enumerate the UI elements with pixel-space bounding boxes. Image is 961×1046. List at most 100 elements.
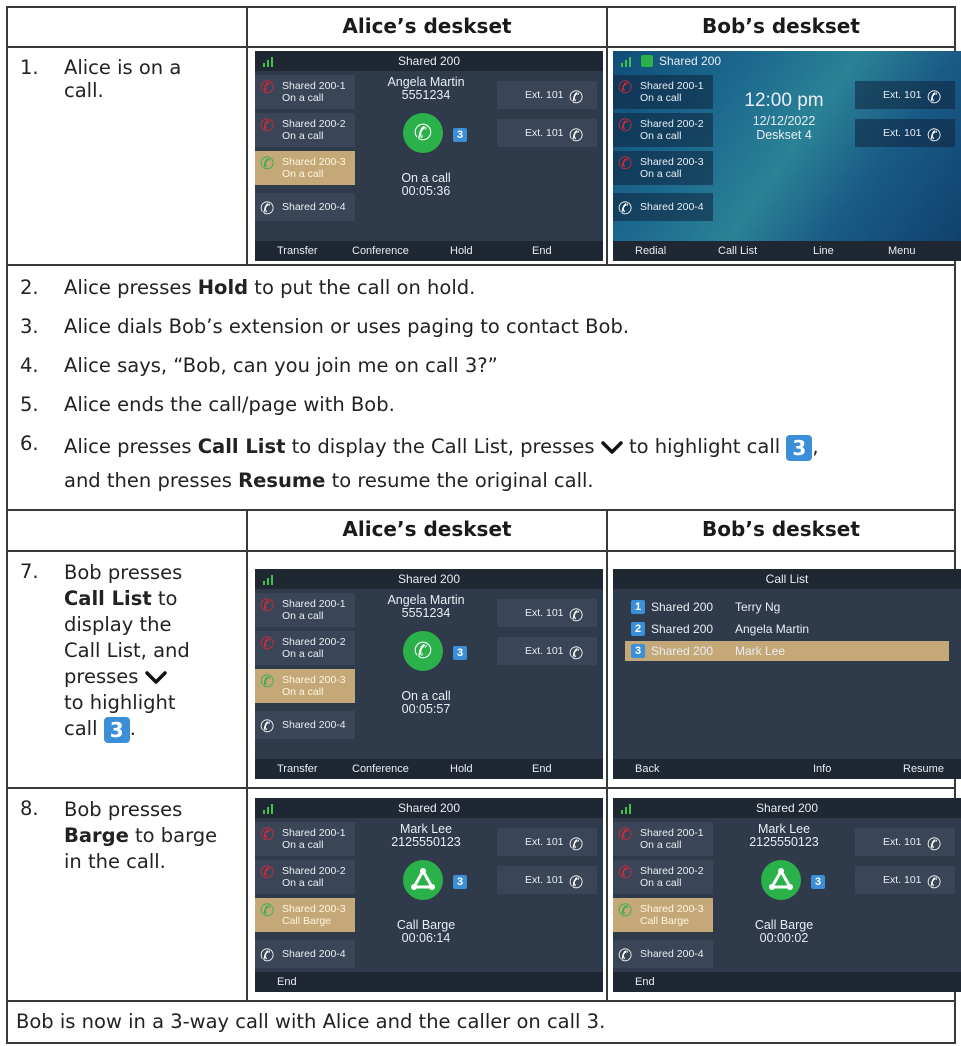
line-key-shared-200-1[interactable]: ✆ Shared 200-1 On a call (255, 822, 355, 856)
phone-screen-alice-barge: Shared 200 ✆ Shared 200-1 On a call ✆ Share… (255, 798, 603, 992)
call-list-row[interactable]: 2 Shared 200 Angela Martin (625, 619, 949, 639)
line-key-shared-200-1[interactable]: ✆ Shared 200-1 On a call (255, 75, 355, 109)
softkey-bar: Transfer Conference Hold End (255, 759, 603, 779)
handset-icon: ✆ (618, 946, 633, 965)
ext-key[interactable]: Ext. 101 ✆ (497, 866, 597, 894)
softkey-info[interactable]: Info (813, 759, 831, 779)
line-key-shared-200-3[interactable]: ✆ Shared 200-3 On a call (613, 151, 713, 185)
softkey-end[interactable]: End (532, 241, 552, 261)
step-text: Alice dials Bob’s extension or uses pagi… (64, 315, 630, 338)
line-title: Shared 200 (659, 54, 722, 68)
header-bob-deskset: Bob’s deskset (702, 14, 860, 38)
col-divider (606, 509, 608, 1001)
line-key-shared-200-1[interactable]: ✆ Shared 200-1 On a call (613, 822, 713, 856)
line-key-shared-200-3[interactable]: ✆ Shared 200-3 On a call (255, 151, 355, 185)
call-number-badge: 3 (453, 128, 467, 142)
line-key-shared-200-1[interactable]: ✆ Shared 200-1 On a call (255, 593, 355, 627)
table-border-top (6, 6, 956, 8)
call-timer: 00:05:57 (401, 702, 451, 716)
caller-number: 5551234 (401, 606, 451, 620)
line-key-shared-200-2[interactable]: ✆ Shared 200-2 On a call (613, 113, 713, 147)
softkey-call-list[interactable]: Call List (718, 241, 757, 261)
call-list-row-selected[interactable]: 3 Shared 200 Mark Lee (625, 641, 949, 661)
ext-key[interactable]: Ext. 101 ✆ (497, 81, 597, 109)
ext-key[interactable]: Ext. 101 ✆ (497, 828, 597, 856)
softkey-conference[interactable]: Conference (352, 759, 409, 779)
ext-key[interactable]: Ext. 101 ✆ (497, 599, 597, 627)
softkey-transfer[interactable]: Transfer (277, 759, 318, 779)
softkey-hold[interactable]: Hold (450, 759, 473, 779)
handset-icon: ✆ (260, 199, 275, 218)
softkey-menu[interactable]: Menu (888, 241, 916, 261)
softkey-hold[interactable]: Hold (450, 241, 473, 261)
softkey-transfer[interactable]: Transfer (277, 241, 318, 261)
handset-icon: ✆ (927, 873, 942, 892)
handset-icon: ✆ (569, 88, 584, 107)
row-divider (6, 264, 956, 266)
handset-icon: ✆ (618, 78, 633, 97)
line-key-shared-200-2[interactable]: ✆ Shared 200-2 On a call (255, 860, 355, 894)
phone-screen-alice-step7: Shared 200 ✆ Shared 200-1 On a call ✆ Share… (255, 569, 603, 779)
line-key-shared-200-4[interactable]: ✆ Shared 200-4 (255, 711, 355, 739)
line-key-shared-200-4[interactable]: ✆ Shared 200-4 (613, 940, 713, 968)
ext-key[interactable]: Ext. 101 ✆ (497, 637, 597, 665)
softkey-end[interactable]: End (532, 759, 552, 779)
step-number: 7. (20, 560, 39, 583)
softkey-bar: Transfer Conference Hold End (255, 241, 603, 261)
line-key-shared-200-3[interactable]: ✆ Shared 200-3 On a call (255, 669, 355, 703)
ext-key[interactable]: Ext. 101 ✆ (855, 828, 955, 856)
handset-icon: ✆ (260, 863, 275, 882)
call-3-badge-icon: 3 (103, 716, 130, 743)
line-key-shared-200-2[interactable]: ✆ Shared 200-2 On a call (255, 113, 355, 147)
line-key-shared-200-3[interactable]: ✆ Shared 200-3 Call Barge (613, 898, 713, 932)
table-border-bottom (6, 1042, 956, 1044)
chevron-down-icon (144, 670, 167, 684)
ext-key[interactable]: Ext. 101 ✆ (855, 81, 955, 109)
row-divider (6, 787, 956, 789)
softkey-line[interactable]: Line (813, 241, 834, 261)
line-title: Shared 200 (397, 572, 461, 586)
step-text: Alice ends the call/page with Bob. (64, 393, 395, 416)
col-divider (606, 6, 608, 265)
softkey-back[interactable]: Back (635, 759, 659, 779)
handset-icon: ✆ (260, 634, 275, 653)
col-divider (246, 509, 248, 1001)
conference-icon (761, 860, 801, 900)
softkey-conference[interactable]: Conference (352, 241, 409, 261)
status-bar: Call List (613, 569, 961, 589)
call-list-row[interactable]: 1 Shared 200 Terry Ng (625, 597, 949, 617)
line-key-shared-200-3[interactable]: ✆ Shared 200-3 Call Barge (255, 898, 355, 932)
ext-key[interactable]: Ext. 101 ✆ (497, 119, 597, 147)
screen-title: Call List (765, 572, 809, 586)
handset-icon: ✆ (569, 835, 584, 854)
clock-time: 12:00 pm (744, 90, 824, 111)
line-key-shared-200-4[interactable]: ✆ Shared 200-4 (255, 193, 355, 221)
caller-number: 2125550123 (391, 835, 461, 849)
caller-number: 2125550123 (749, 835, 819, 849)
softkey-bar: Redial Call List Line Menu (613, 241, 961, 261)
call-number-badge: 3 (631, 644, 645, 658)
step-text: Bob presses Barge to barge in the call. (64, 798, 218, 873)
row-divider (6, 1000, 956, 1002)
softkey-resume[interactable]: Resume (903, 759, 944, 779)
phone-call-icon: ✆ (403, 631, 443, 671)
phone-screen-alice-step1: Shared 200 ✆ Shared 200-1 On a call ✆ Share… (255, 51, 603, 261)
handset-icon: ✆ (927, 835, 942, 854)
line-key-shared-200-1[interactable]: ✆ Shared 200-1 On a call (613, 75, 713, 109)
softkey-end[interactable]: End (277, 972, 297, 992)
line-key-shared-200-2[interactable]: ✆ Shared 200-2 On a call (613, 860, 713, 894)
line-key-shared-200-4[interactable]: ✆ Shared 200-4 (613, 193, 713, 221)
ext-key[interactable]: Ext. 101 ✆ (855, 119, 955, 147)
softkey-redial[interactable]: Redial (635, 241, 666, 261)
ext-key[interactable]: Ext. 101 ✆ (855, 866, 955, 894)
call-number-badge: 2 (631, 622, 645, 636)
conference-icon (403, 860, 443, 900)
softkey-end[interactable]: End (635, 972, 655, 992)
line-key-shared-200-2[interactable]: ✆ Shared 200-2 On a call (255, 631, 355, 665)
step-text: and then presses Resume to resume the or… (64, 469, 594, 492)
col-divider (246, 6, 248, 265)
line-title: Shared 200 (397, 54, 461, 68)
line-key-shared-200-4[interactable]: ✆ Shared 200-4 (255, 940, 355, 968)
signal-icon (263, 573, 277, 585)
call-number-badge: 1 (631, 600, 645, 614)
